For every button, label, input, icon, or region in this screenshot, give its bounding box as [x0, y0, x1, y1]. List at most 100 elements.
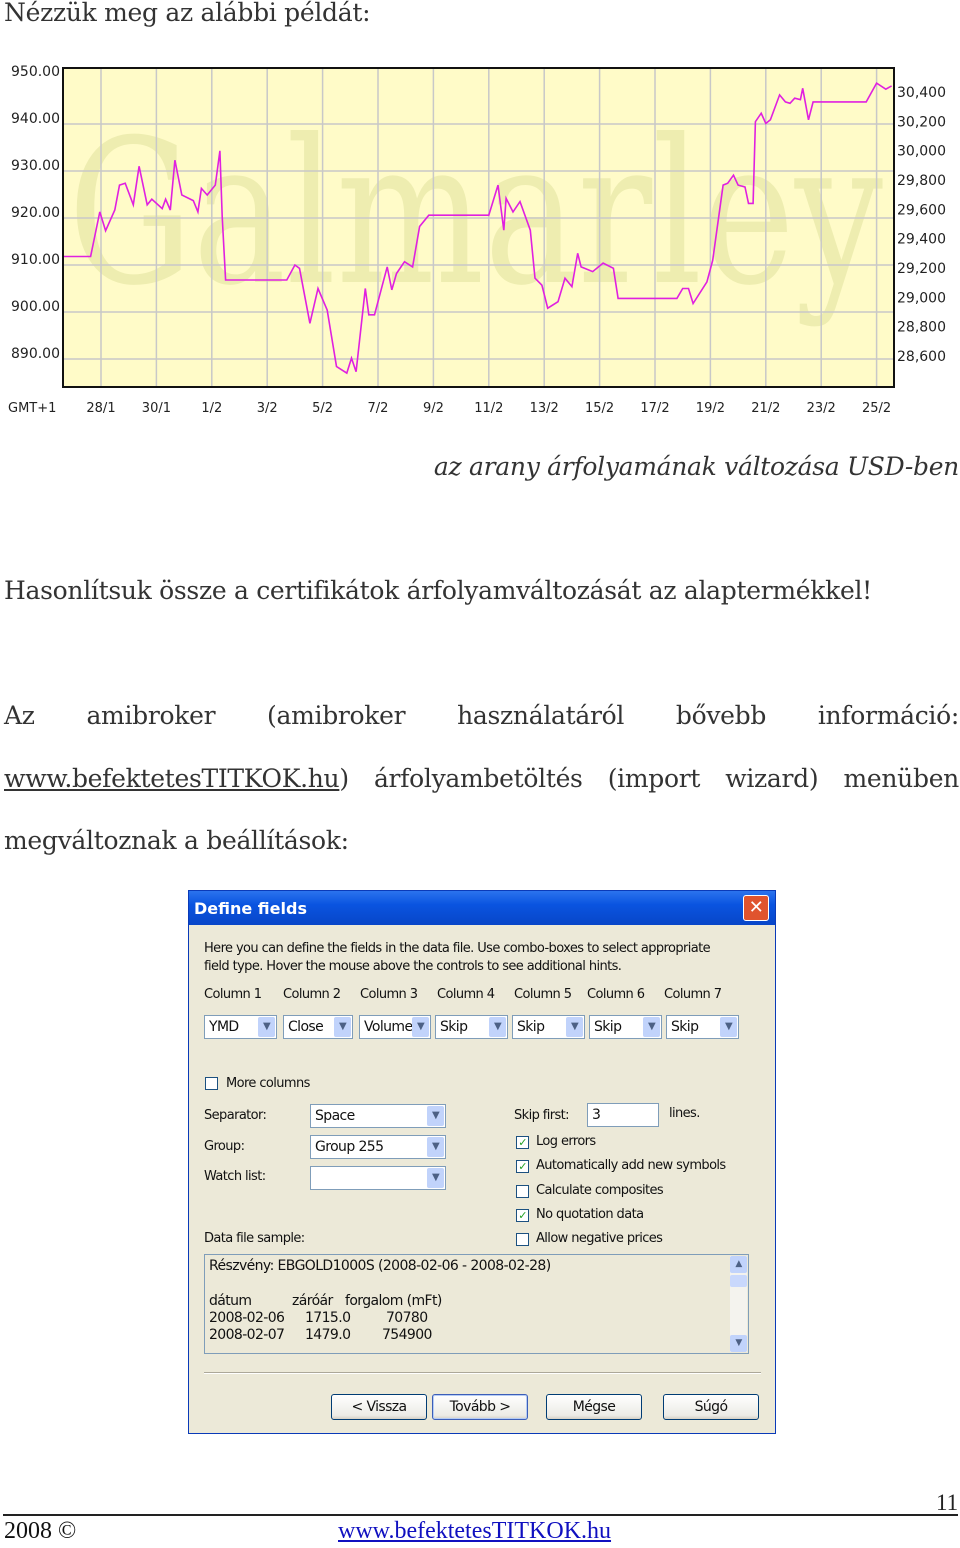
column-label: Column 2 — [283, 987, 341, 1002]
option-label: No quotation data — [536, 1206, 644, 1222]
option-checkbox[interactable] — [516, 1233, 529, 1247]
chevron-down-icon: ▼ — [427, 1137, 444, 1157]
dialog-title: Define fields — [194, 899, 307, 918]
more-columns-checkbox[interactable] — [205, 1077, 218, 1090]
data-file-sample: Részvény: EBGOLD1000S (2008-02-06 - 2008… — [204, 1254, 749, 1354]
column-type-select[interactable]: Skip ▼ — [589, 1015, 662, 1039]
column-type-select[interactable]: Close ▼ — [283, 1015, 353, 1039]
y-left-tick-label: 940.00 — [11, 111, 60, 127]
define-fields-dialog: Define fields ✕ Here you can define the … — [188, 890, 776, 1434]
x-tick-label: 19/2 — [696, 401, 725, 416]
sample-cell: 2008-02-07 — [209, 1327, 285, 1343]
y-left-tick-label: 920.00 — [11, 205, 60, 221]
column-type-value: Volume — [364, 1019, 412, 1035]
skip-first-label: Skip first: — [514, 1108, 570, 1123]
y-left-tick-label: 910.00 — [11, 252, 60, 268]
watch-list-select[interactable]: ▼ — [310, 1166, 446, 1190]
column-type-select[interactable]: Volume ▼ — [359, 1015, 431, 1039]
chart-caption: az arany árfolyamának változása USD-ben — [433, 452, 959, 481]
separator-select[interactable]: Space ▼ — [310, 1104, 446, 1128]
y-right-tick-label: 29,400 — [897, 232, 946, 248]
skip-first-value: 3 — [592, 1107, 601, 1123]
document-page: Nézzük meg az alábbi példát: Galmarley G… — [0, 0, 960, 1548]
y-right-tick-label: 30,200 — [897, 114, 946, 130]
checkmark-icon: ✓ — [518, 1136, 527, 1149]
column-type-value: YMD — [209, 1019, 239, 1035]
gold-price-chart: Galmarley GMT+1 28/1 30/1 1/2 3/2 5/2 7/2 9/2 11… — [8, 64, 946, 416]
sample-col-close: záróár — [292, 1293, 333, 1309]
option-label: Automatically add new symbols — [536, 1158, 726, 1174]
close-button[interactable]: ✕ — [743, 895, 769, 921]
watch-list-label: Watch list: — [204, 1169, 266, 1184]
word: (import — [607, 764, 701, 793]
website-link[interactable]: www.befektetesTITKOK.hu — [4, 764, 340, 793]
group-select[interactable]: Group 255 ▼ — [310, 1135, 446, 1159]
sample-cell: 70780 — [386, 1310, 428, 1326]
chevron-down-icon: ▼ — [412, 1017, 429, 1037]
group-label: Group: — [204, 1139, 245, 1154]
scroll-down-icon[interactable]: ▼ — [730, 1335, 747, 1352]
chevron-down-icon: ▼ — [566, 1017, 583, 1037]
x-tick-label: 3/2 — [257, 401, 278, 416]
option-checkbox[interactable]: ✓ — [516, 1136, 529, 1149]
sample-col-date: dátum — [209, 1293, 252, 1309]
column-label: Column 1 — [204, 987, 262, 1002]
description-line-1: Here you can define the fields in the da… — [204, 941, 711, 956]
y-left-tick-label: 950.00 — [11, 64, 60, 80]
paragraph-line-2: www.befektetesTITKOK.hu) árfolyambetölté… — [4, 764, 959, 793]
sample-cell: 1479.0 — [305, 1327, 351, 1343]
x-tick-label: 25/2 — [862, 401, 891, 416]
close-icon: ✕ — [748, 897, 764, 918]
footer-link[interactable]: www.befektetesTITKOK.hu — [338, 1518, 611, 1545]
title-bar: Define fields ✕ — [189, 891, 775, 925]
x-tick-label: 23/2 — [807, 401, 836, 416]
sample-cell: 754900 — [382, 1327, 432, 1343]
y-right-tick-label: 29,200 — [897, 261, 946, 277]
x-tick-label: 1/2 — [201, 401, 222, 416]
word: bővebb — [675, 701, 767, 730]
word: információ: — [817, 701, 959, 730]
next-button[interactable]: Tovább > — [432, 1394, 528, 1420]
column-label: Column 6 — [587, 987, 645, 1002]
column-type-select[interactable]: YMD ▼ — [204, 1015, 277, 1039]
chevron-down-icon: ▼ — [489, 1017, 506, 1037]
column-type-value: Skip — [440, 1019, 468, 1035]
scroll-thumb[interactable] — [730, 1275, 747, 1287]
column-type-value: Skip — [517, 1019, 545, 1035]
word: (amibroker — [267, 701, 406, 730]
y-right-tick-label: 28,600 — [897, 349, 946, 365]
option-label: Log errors — [536, 1134, 596, 1149]
option-checkbox[interactable]: ✓ — [516, 1208, 529, 1222]
chevron-down-icon: ▼ — [258, 1017, 275, 1037]
skip-first-input[interactable]: 3 — [587, 1103, 659, 1127]
column-type-select[interactable]: Skip ▼ — [435, 1015, 508, 1039]
paragraph-compare: Hasonlítsuk össze a certifikátok árfolya… — [4, 576, 872, 605]
back-button[interactable]: < Vissza — [331, 1394, 427, 1420]
separator-label: Separator: — [204, 1108, 267, 1123]
x-tick-label: 13/2 — [530, 401, 559, 416]
chevron-down-icon: ▼ — [720, 1017, 737, 1037]
help-button[interactable]: Súgó — [663, 1394, 759, 1420]
option-checkbox[interactable]: ✓ — [516, 1160, 529, 1174]
column-label: Column 4 — [437, 987, 495, 1002]
x-tick-label: 17/2 — [640, 401, 669, 416]
scrollbar[interactable]: ▲ ▼ — [730, 1256, 747, 1352]
y-right-tick-label: 29,000 — [897, 290, 946, 306]
word: árfolyambetöltés — [373, 764, 583, 793]
x-tick-label: 9/2 — [423, 401, 444, 416]
scroll-up-icon[interactable]: ▲ — [730, 1256, 747, 1273]
column-type-select[interactable]: Skip ▼ — [512, 1015, 585, 1039]
x-tick-label: 11/2 — [474, 401, 503, 416]
checkmark-icon: ✓ — [518, 1160, 527, 1174]
paragraph-line-1: Az amibroker (amibroker használatáról bő… — [4, 701, 959, 730]
x-axis-timezone-label: GMT+1 — [8, 401, 56, 416]
column-label: Column 3 — [360, 987, 418, 1002]
column-type-select[interactable]: Skip ▼ — [666, 1015, 739, 1039]
x-tick-label: 5/2 — [312, 401, 333, 416]
separator-line — [204, 1372, 761, 1374]
word: amibroker — [86, 701, 216, 730]
option-checkbox[interactable] — [516, 1184, 529, 1198]
y-right-tick-label: 28,800 — [897, 320, 946, 336]
option-label: Calculate composites — [536, 1182, 664, 1198]
cancel-button[interactable]: Mégse — [546, 1394, 642, 1420]
